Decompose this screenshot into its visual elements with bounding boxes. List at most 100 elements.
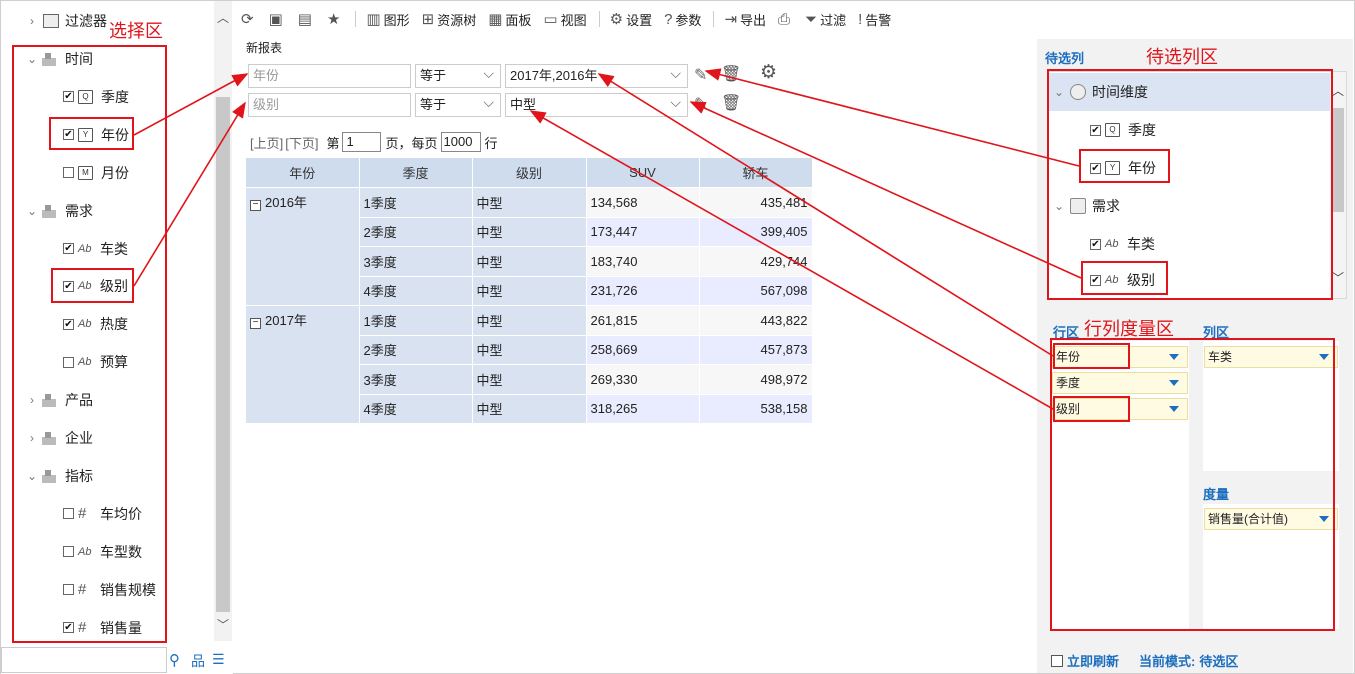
toolbar-label: 图形: [383, 12, 410, 28]
delete-icon[interactable]: 🗑: [721, 93, 741, 113]
level-cell: 中型: [472, 335, 587, 365]
next-page-link[interactable]: [下页]: [285, 133, 318, 152]
column-header[interactable]: SUV: [586, 158, 700, 188]
suv-cell: 231,726: [586, 276, 700, 306]
quarter-cell: 2季度: [359, 217, 473, 247]
toolbar-button-3[interactable]: ★: [327, 10, 343, 28]
filter-node[interactable]: › 过滤器: [25, 9, 107, 33]
view-icon: ▭: [543, 11, 558, 28]
toolbar-button-4[interactable]: ▥ 图形: [366, 10, 409, 29]
filter-2-value[interactable]: 中型: [505, 91, 688, 117]
filter-2-operator[interactable]: 等于: [415, 91, 501, 117]
star-icon: ★: [326, 11, 341, 28]
level-cell: 中型: [472, 394, 587, 424]
year-group-cell[interactable]: −2017年: [246, 305, 360, 424]
column-header[interactable]: 级别: [472, 158, 587, 188]
table-body: −2016年 1季度 中型 134,568 435,481 2季度 中型 173,447 399…: [246, 187, 813, 424]
toolbar-button-6[interactable]: ▦ 面板: [488, 10, 531, 29]
candidate-level-box: [1081, 261, 1168, 295]
suv-cell: 269,330: [586, 364, 700, 395]
refresh-checkbox[interactable]: [1051, 654, 1063, 667]
row-year-box: [1053, 343, 1130, 369]
field-search-input[interactable]: [1, 647, 167, 673]
filter-folder-icon: [43, 14, 59, 28]
refresh-toggle[interactable]: 立即刷新 当前模式: 待选区: [1051, 651, 1238, 670]
year-group-cell[interactable]: −2016年: [246, 187, 360, 306]
toolbar-button-13[interactable]: ! 告警: [858, 10, 891, 29]
mode-label: 当前模式:: [1139, 654, 1196, 669]
toolbar-label: 资源树: [437, 12, 477, 28]
gear-icon[interactable]: ⚙: [760, 61, 777, 84]
sedan-cell: 429,744: [699, 246, 813, 277]
edit-icon[interactable]: ✎: [694, 94, 707, 114]
toolbar-button-11[interactable]: ⎙: [778, 11, 793, 28]
level-cell: 中型: [472, 305, 587, 336]
toolbar-button-9[interactable]: ? 参数: [664, 10, 701, 29]
scroll-thumb[interactable]: [216, 97, 230, 612]
candidates-title: 待选列: [1045, 51, 1085, 66]
collapse-icon[interactable]: −: [250, 200, 261, 211]
page-input[interactable]: 1: [342, 132, 382, 152]
table-header-row: 年份 季度 级别 SUV 轿车: [246, 158, 813, 188]
sedan-cell: 399,405: [699, 217, 813, 247]
filter-1-field[interactable]: 年份: [248, 64, 411, 88]
save-as-icon: ▤: [297, 11, 312, 28]
sedan-cell: 435,481: [699, 187, 813, 218]
mode-value: 待选区: [1199, 654, 1239, 669]
level-cell: 中型: [472, 246, 587, 277]
filter-1-value[interactable]: 2017年,2016年: [505, 62, 688, 88]
toolbar-button-7[interactable]: ▭ 视图: [543, 10, 586, 29]
scroll-up-icon[interactable]: ︿: [217, 9, 229, 26]
page-suffix: 页，每页: [385, 135, 438, 151]
page-size-input[interactable]: 1000: [440, 132, 481, 152]
search-icon[interactable]: ⚲: [169, 651, 180, 669]
filter-1-value-text: 2017年,2016年: [510, 68, 598, 83]
toolbar-button-10[interactable]: ⇥ 导出: [724, 10, 766, 29]
panel-icon: ▦: [488, 11, 503, 28]
candidate-year-box: [1079, 149, 1170, 183]
quarter-cell: 1季度: [359, 187, 473, 218]
chart-icon: ▥: [366, 11, 381, 28]
quarter-cell: 3季度: [359, 364, 473, 395]
scroll-up-icon[interactable]: ︿: [1332, 82, 1344, 99]
report-title: 新报表: [246, 41, 283, 55]
row-level-box: [1053, 396, 1130, 422]
scroll-down-icon[interactable]: ﹀: [217, 616, 229, 633]
scroll-thumb[interactable]: [1332, 108, 1344, 212]
delete-icon[interactable]: 🗑: [721, 64, 741, 84]
arrow-candidate-year-to-edit: [704, 68, 1080, 167]
tree-view-icon[interactable]: 品: [191, 651, 205, 671]
edit-icon[interactable]: ✎: [694, 65, 707, 85]
param-icon: ?: [664, 10, 673, 28]
toolbar-button-2[interactable]: ▤: [298, 10, 315, 28]
column-header[interactable]: 季度: [359, 158, 473, 188]
report-table: 年份 季度 级别 SUV 轿车 −2016年 1季度 中型 134,568 435,481 2季度…: [246, 158, 813, 424]
toolbar-label: 面板: [505, 12, 532, 28]
toolbar-button-8[interactable]: ⚙ 设置: [610, 10, 652, 29]
year-value: 2016年: [265, 195, 307, 210]
chevron-right-icon[interactable]: ›: [25, 14, 39, 28]
report-designer: › 过滤器 ⌄ 时间 ✔ Q 季度 ✔ Y 年份 M 月份 ⌄ 需求 ✔ Ab 车类 ✔ Ab 级别 ✔ Ab 热度 Ab…: [0, 0, 1355, 674]
filter-1-operator[interactable]: 等于: [415, 62, 501, 88]
suv-cell: 183,740: [586, 246, 700, 277]
left-scrollbar[interactable]: ︿ ﹀: [214, 1, 232, 641]
toolbar-button-12[interactable]: ⏷ 过滤: [805, 10, 846, 29]
select-zone-annotation: 选择区: [109, 21, 163, 41]
scroll-down-icon[interactable]: ﹀: [1332, 269, 1344, 286]
toolbar-button-5[interactable]: ⊞ 资源树: [422, 10, 477, 29]
toolbar-button-0[interactable]: ⟳: [241, 10, 257, 28]
pager: [上页] [下页] 第 1 页，每页 1000 行: [250, 132, 498, 152]
page-size-suffix: 行: [484, 135, 498, 151]
collapse-icon[interactable]: −: [250, 318, 261, 329]
toolbar-button-1[interactable]: ▣: [269, 10, 286, 28]
sedan-cell: 498,972: [699, 364, 813, 395]
column-header[interactable]: 年份: [246, 158, 360, 188]
prev-page-link[interactable]: [上页]: [250, 133, 283, 152]
filter-2-operator-value: 等于: [420, 97, 447, 112]
list-view-icon[interactable]: ☰: [212, 651, 225, 668]
sedan-cell: 567,098: [699, 276, 813, 306]
filter-2-field[interactable]: 级别: [248, 93, 411, 117]
filter-1-operator-value: 等于: [420, 68, 447, 83]
column-header[interactable]: 轿车: [699, 158, 813, 188]
year-value: 2017年: [265, 313, 307, 328]
